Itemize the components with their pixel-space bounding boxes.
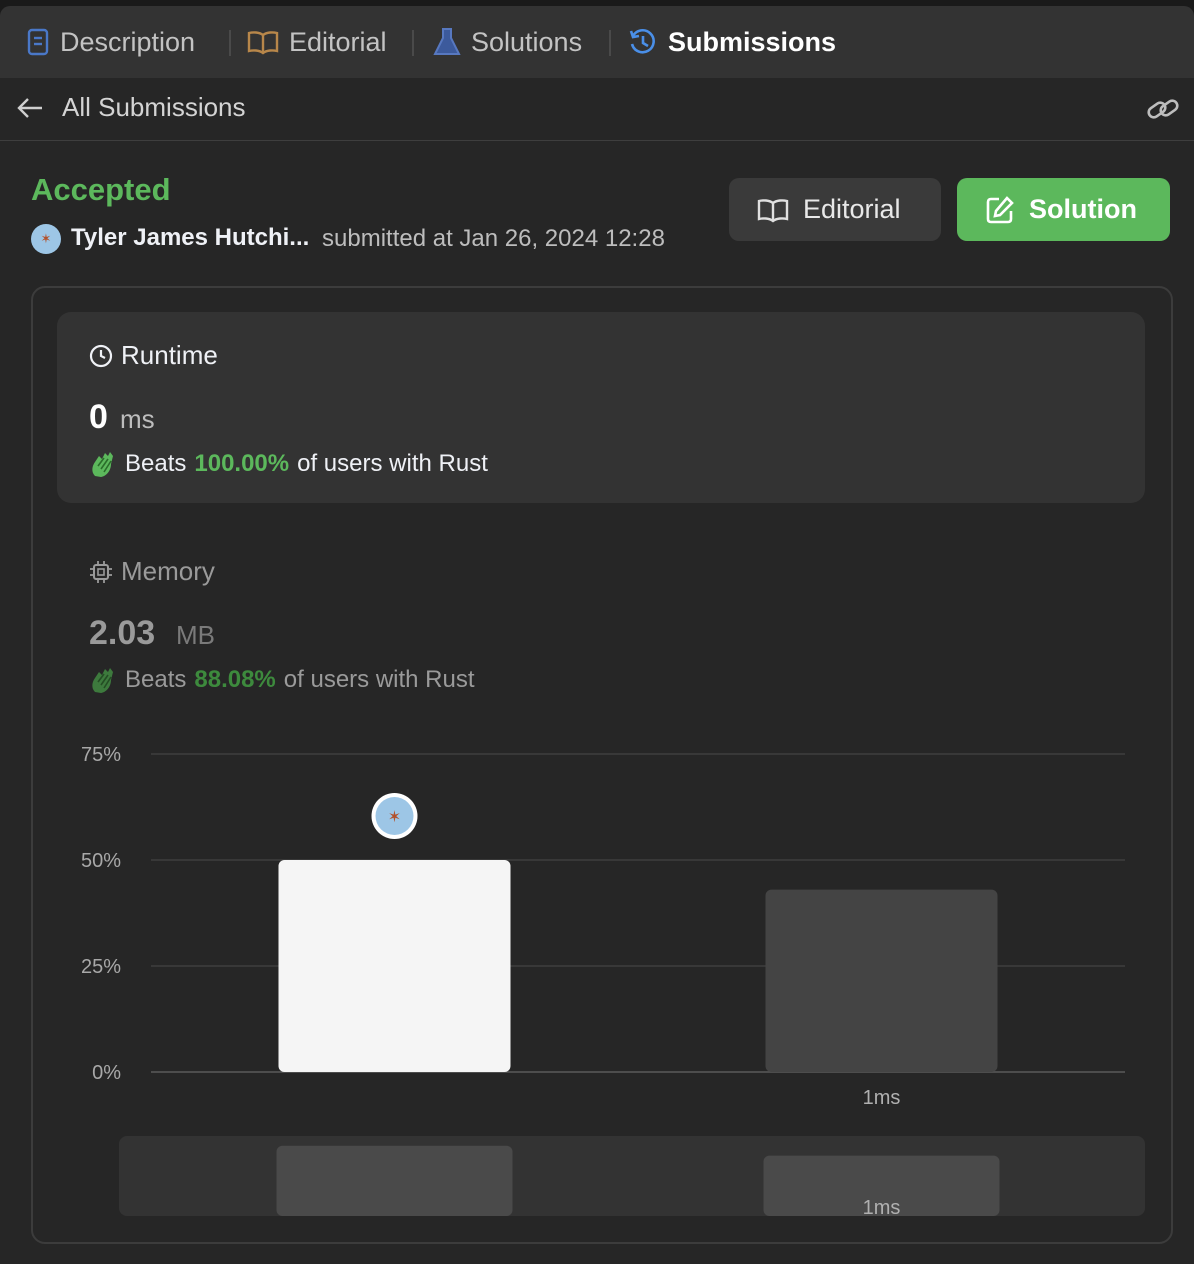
y-tick-label: 25% (81, 956, 121, 978)
tab-label: Submissions (668, 26, 837, 57)
avatar-emblem-icon: ✶ (388, 807, 401, 826)
y-tick-label: 50% (81, 850, 121, 872)
overview-bar (276, 1145, 513, 1216)
avatar[interactable]: ✶ (31, 224, 61, 254)
submitted-at: submitted at Jan 26, 2024 12:28 (322, 225, 665, 252)
y-tick-label: 0% (92, 1062, 121, 1084)
performance-panel: Runtime 0 ms Beats 100.00% of users with… (31, 286, 1173, 1244)
chart-bar[interactable] (765, 889, 998, 1072)
submission-detail: All Submissions Accepted ✶ Tyler James H… (0, 78, 1194, 1264)
link-icon[interactable] (1146, 94, 1180, 124)
solution-button[interactable]: Solution (957, 178, 1170, 241)
all-submissions-link[interactable]: All Submissions (62, 92, 246, 123)
avatar-emblem-icon: ✶ (40, 231, 52, 246)
book-icon (757, 198, 789, 222)
tab-divider (229, 30, 231, 56)
x-tick-label: 1ms (863, 1087, 901, 1109)
submissions-header: All Submissions (0, 78, 1194, 141)
tab-label: Editorial (289, 26, 387, 57)
overview-tick-label: 1ms (863, 1197, 901, 1219)
tab-label: Solutions (471, 26, 583, 57)
tab-divider (609, 30, 611, 56)
editorial-button[interactable]: Editorial (729, 178, 941, 241)
chart-bar[interactable] (278, 860, 511, 1072)
book-icon (247, 31, 279, 55)
tab-bar: Description Editorial Solutions Submissi… (0, 6, 1194, 78)
solution-button-label: Solution (1029, 194, 1137, 224)
submission-status: Accepted (31, 172, 171, 207)
back-arrow-icon[interactable] (16, 96, 44, 120)
tab-label: Description (60, 26, 196, 57)
username[interactable]: Tyler James Hutchi... (71, 224, 309, 252)
tab-submissions[interactable]: Submissions (628, 6, 836, 78)
tab-editorial[interactable]: Editorial (247, 6, 387, 78)
distribution-chart[interactable]: 75% 50% 25% 0% ✶ 1ms 1ms (33, 288, 1171, 1242)
edit-icon (986, 195, 1014, 223)
history-icon (629, 29, 655, 54)
tab-divider (412, 30, 414, 56)
editorial-button-label: Editorial (803, 194, 901, 224)
flask-icon (433, 28, 461, 55)
tab-description[interactable]: Description (26, 6, 195, 78)
tab-solutions[interactable]: Solutions (433, 6, 582, 78)
description-icon (27, 28, 49, 56)
y-tick-label: 75% (81, 744, 121, 766)
